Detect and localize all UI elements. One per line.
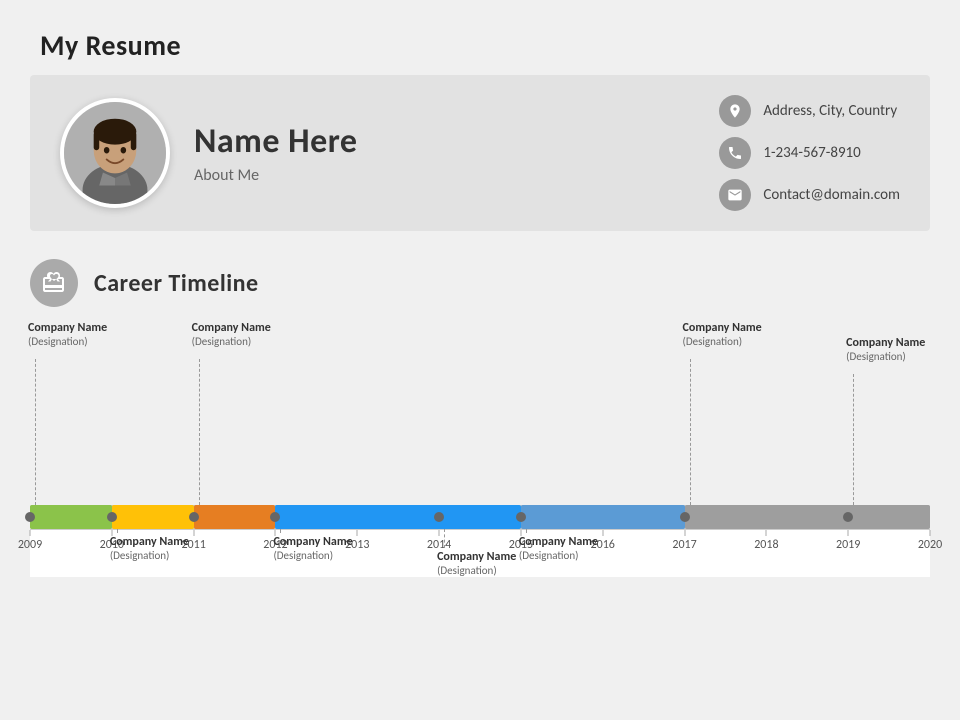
timeline-dot <box>25 512 35 522</box>
dashed-line-below <box>280 529 281 533</box>
year-tick <box>602 530 603 536</box>
company-name: Company Name <box>192 321 271 335</box>
email-icon <box>719 179 751 211</box>
dashed-line-below <box>117 529 118 533</box>
page-title: My Resume <box>40 28 920 63</box>
year-label: 2020 <box>918 538 942 552</box>
year-tick <box>766 530 767 536</box>
company-name: Company Name <box>273 535 352 549</box>
timeline-dot <box>843 512 853 522</box>
designation-text: (Designation) <box>273 549 352 562</box>
dashed-line-above <box>35 359 36 505</box>
company-name: Company Name <box>519 535 598 549</box>
timeline-dot <box>270 512 280 522</box>
timeline-dot <box>680 512 690 522</box>
dashed-line-below <box>526 529 527 533</box>
year-tick <box>193 530 194 536</box>
avatar <box>60 98 170 208</box>
year-label: 2019 <box>836 538 860 552</box>
bar-segment-steel-blue <box>521 505 685 529</box>
dashed-line-below <box>444 529 445 548</box>
timeline-area: 2009201020112012201320142015201620172018… <box>30 317 930 577</box>
company-name: Company Name <box>437 550 516 564</box>
year-label: 2009 <box>18 538 42 552</box>
designation-text: (Designation) <box>437 564 516 577</box>
company-name: Company Name <box>683 321 762 335</box>
company-name: Company Name <box>28 321 107 335</box>
contact-phone-item: 1-234-567-8910 <box>719 137 900 169</box>
designation-text: (Designation) <box>683 335 762 348</box>
designation-text: (Designation) <box>192 335 271 348</box>
email-text: Contact@domain.com <box>763 186 900 204</box>
timeline-label-above: Company Name(Designation) <box>28 321 107 348</box>
timeline-dot <box>107 512 117 522</box>
timeline-label-below: Company Name(Designation) <box>273 535 352 562</box>
designation-text: (Designation) <box>28 335 107 348</box>
career-title: Career Timeline <box>94 269 259 298</box>
contact-section: Address, City, Country 1-234-567-8910 <box>679 95 900 211</box>
phone-icon <box>719 137 751 169</box>
year-tick <box>357 530 358 536</box>
address-text: Address, City, Country <box>763 102 897 120</box>
timeline-label-below: Company Name(Designation) <box>110 535 189 562</box>
contact-address-item: Address, City, Country <box>719 95 900 127</box>
designation-text: (Designation) <box>846 350 925 363</box>
phone-text: 1-234-567-8910 <box>763 144 860 162</box>
dashed-line-above <box>853 374 854 505</box>
contact-email-item: Contact@domain.com <box>719 179 900 211</box>
timeline-label-above: Company Name(Designation) <box>192 321 271 348</box>
profile-banner: Name Here About Me Address, City, Countr… <box>30 75 930 231</box>
designation-text: (Designation) <box>519 549 598 562</box>
year-tick <box>439 530 440 536</box>
company-name: Company Name <box>846 336 925 350</box>
profile-about: About Me <box>194 166 679 185</box>
location-icon <box>719 95 751 127</box>
designation-text: (Designation) <box>110 549 189 562</box>
bar-segment-yellow <box>112 505 194 529</box>
year-label: 2017 <box>672 538 696 552</box>
year-tick <box>684 530 685 536</box>
year-tick <box>30 530 31 536</box>
career-icon <box>30 259 78 307</box>
year-label: 2018 <box>754 538 778 552</box>
title-area: My Resume <box>0 0 960 75</box>
dashed-line-above <box>690 359 691 505</box>
bar-segment-orange <box>194 505 276 529</box>
bar-segment-blue <box>275 505 520 529</box>
year-tick <box>848 530 849 536</box>
timeline-label-below: Company Name(Designation) <box>519 535 598 562</box>
name-section: Name Here About Me <box>194 121 679 185</box>
profile-name: Name Here <box>194 121 679 162</box>
year-tick <box>930 530 931 536</box>
bar-segment-gray <box>685 505 930 529</box>
timeline-dot <box>434 512 444 522</box>
dashed-line-above <box>199 359 200 505</box>
timeline-label-above: Company Name(Designation) <box>683 321 762 348</box>
bar-segment-green <box>30 505 112 529</box>
career-header: Career Timeline <box>30 259 930 307</box>
timeline-label-below: Company Name(Designation) <box>437 550 516 577</box>
timeline-dot <box>189 512 199 522</box>
company-name: Company Name <box>110 535 189 549</box>
timeline-label-above: Company Name(Designation) <box>846 336 925 363</box>
timeline-dot <box>516 512 526 522</box>
timeline-bars <box>30 505 930 529</box>
